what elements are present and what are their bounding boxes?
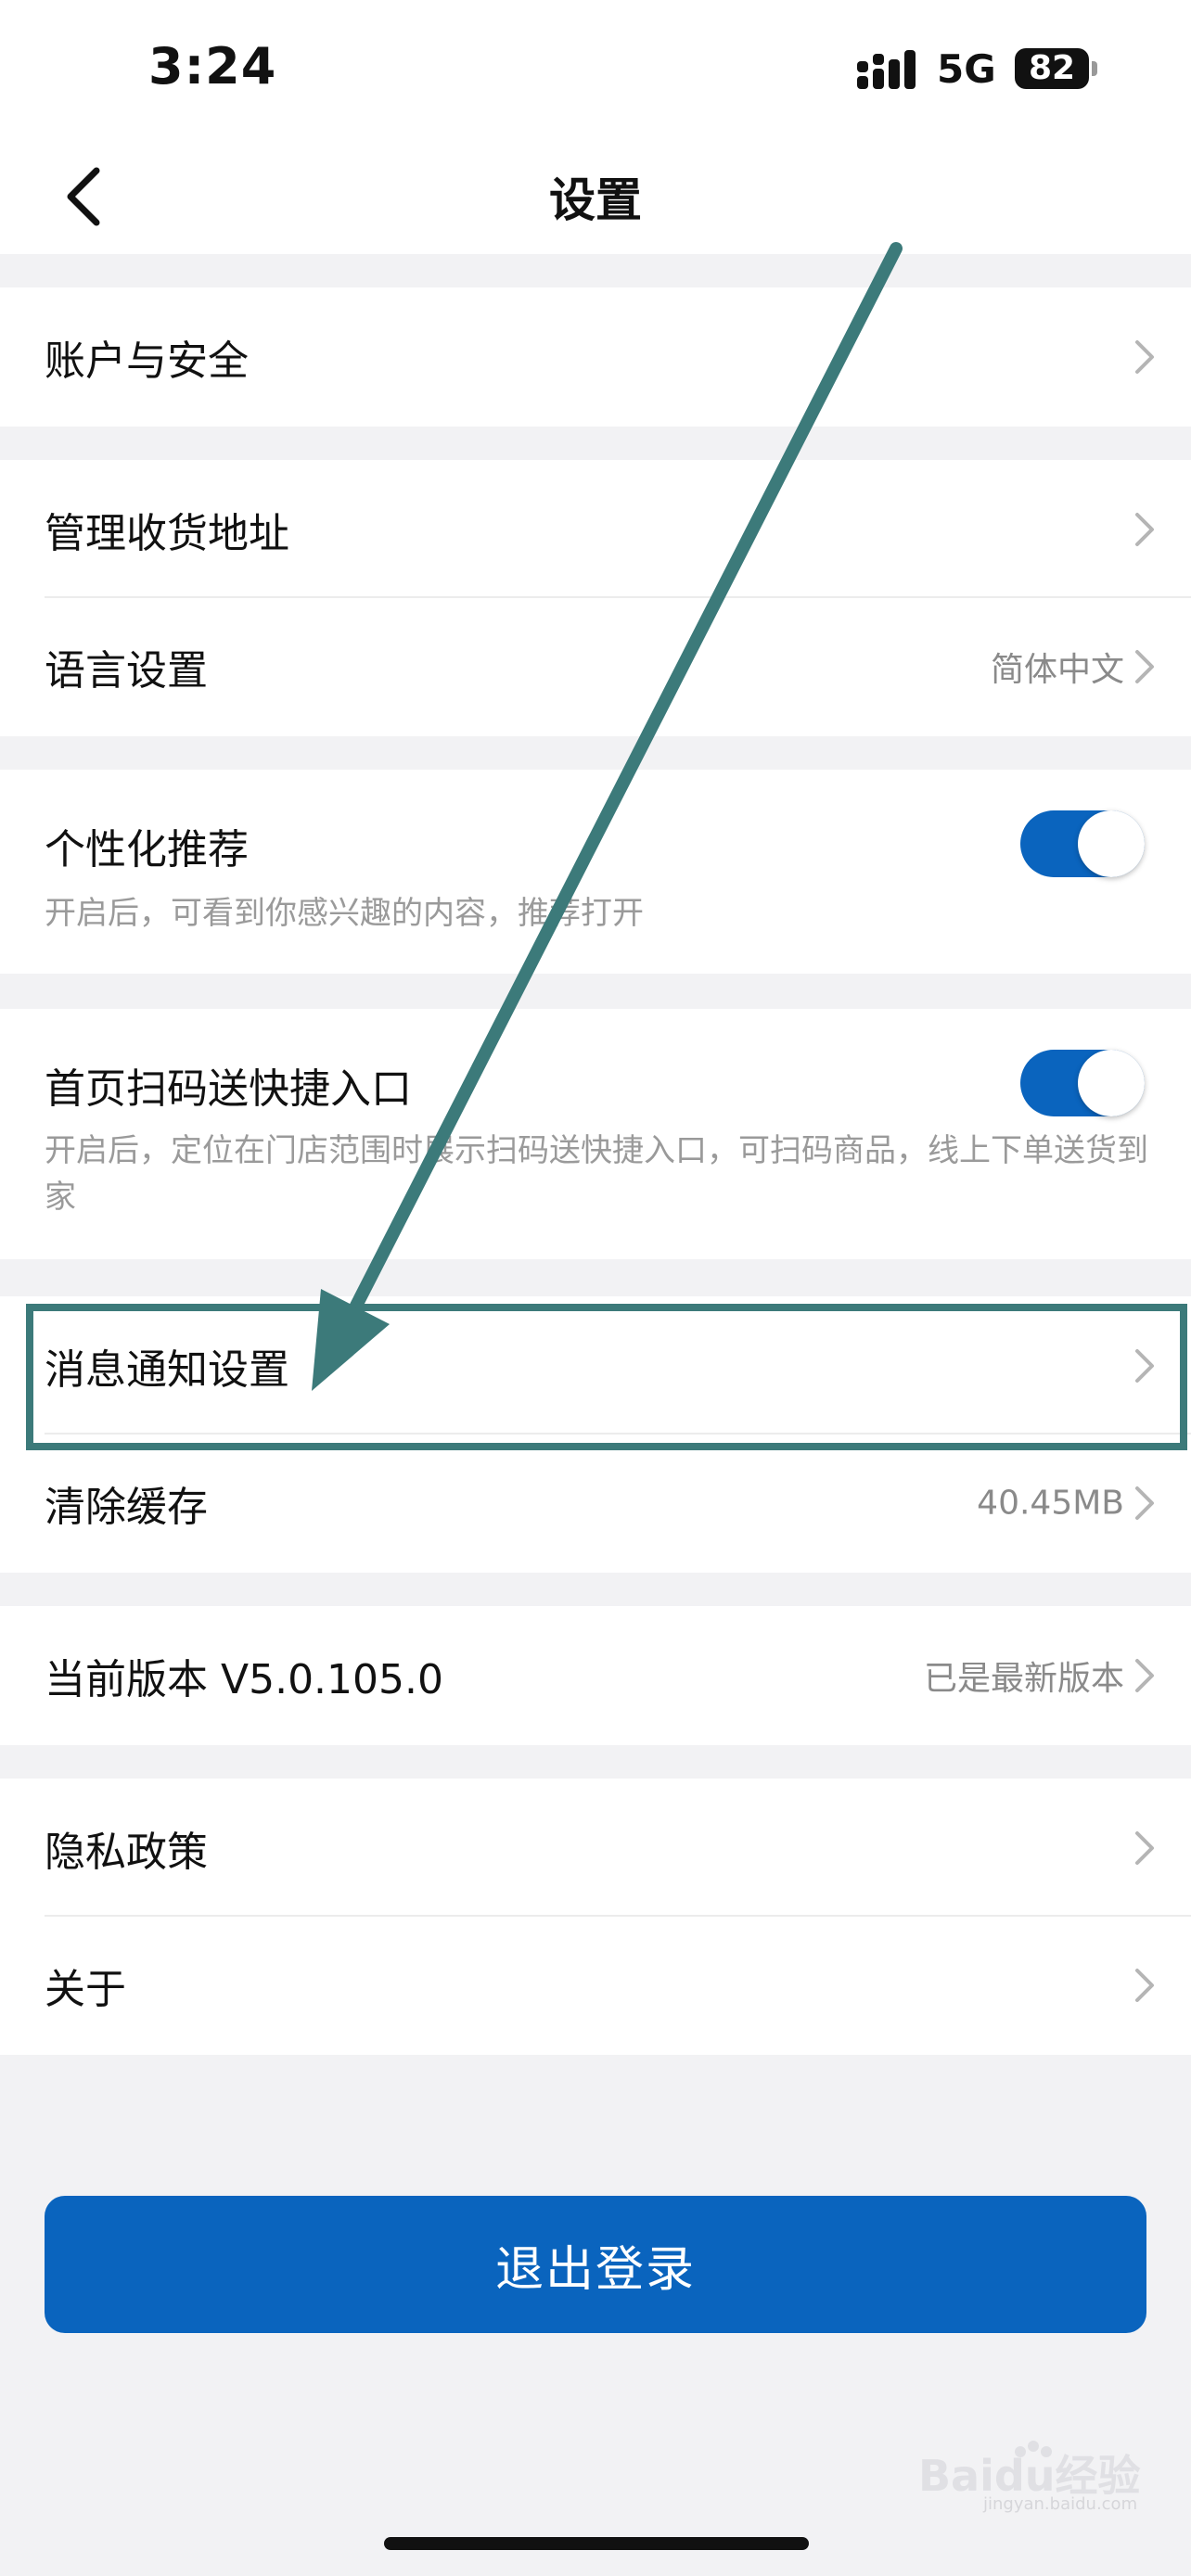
network-type: 5G [937,46,996,92]
page-title: 设置 [549,173,642,227]
row-label: 个性化推荐 [45,826,249,874]
row-account-security[interactable]: 账户与安全 [0,287,1191,427]
chevron-right-icon [1135,1486,1154,1520]
chevron-right-icon [1135,1831,1154,1865]
chevron-right-icon [1135,513,1154,546]
watermark-brand: Baidu经验 [918,2451,1141,2501]
chevron-right-icon [1135,1969,1154,2002]
toggle-knob [1078,810,1145,877]
battery-cap [1092,61,1097,76]
row-label: 首页扫码送快捷入口 [45,1065,412,1113]
toggle-knob [1078,1050,1145,1116]
chevron-right-icon [1135,340,1154,374]
status-bar: 3:24 5G 82 [0,0,1191,139]
scan-shortcut-toggle[interactable] [1020,1050,1145,1116]
row-label: 当前版本 V5.0.105.0 [45,1656,444,1703]
section-account: 账户与安全 [0,287,1191,427]
section-address-language: 管理收货地址 语言设置 简体中文 [0,460,1191,736]
chevron-right-icon [1135,1659,1154,1692]
nav-bar: 设置 [0,139,1191,254]
row-value: 简体中文 [990,651,1124,689]
baidu-watermark-logo: Baidu经验 jingyan.baidu.com [918,2441,1141,2513]
row-label: 关于 [45,1966,126,2013]
row-address[interactable]: 管理收货地址 [0,460,1191,599]
row-version[interactable]: 当前版本 V5.0.105.0 已是最新版本 [0,1606,1191,1745]
row-privacy-policy[interactable]: 隐私政策 [0,1779,1191,1918]
signal-icon [857,50,916,89]
chevron-right-icon [1135,650,1154,683]
row-about[interactable]: 关于 [0,1916,1191,2055]
watermark-domain: jingyan.baidu.com [982,2494,1137,2513]
row-label: 清除缓存 [45,1484,208,1531]
row-value: 已是最新版本 [923,1660,1124,1698]
row-value: 40.45MB [977,1484,1124,1523]
row-description: 开启后，可看到你感兴趣的内容，推荐打开 [45,895,644,932]
section-personalized: 个性化推荐 开启后，可看到你感兴趣的内容，推荐打开 [0,770,1191,974]
status-time: 3:24 [148,37,277,96]
section-privacy-about: 隐私政策 关于 [0,1779,1191,2055]
section-scan-shortcut: 首页扫码送快捷入口 开启后，定位在门店范围时展示扫码送快捷入口，可扫码商品，线上… [0,1009,1191,1259]
row-label: 管理收货地址 [45,510,289,557]
row-label: 语言设置 [45,647,208,695]
battery-icon: 82 [1015,48,1089,89]
logout-button[interactable]: 退出登录 [45,2196,1146,2333]
row-language[interactable]: 语言设置 简体中文 [0,597,1191,736]
home-indicator [384,2537,809,2550]
row-clear-cache[interactable]: 清除缓存 40.45MB [0,1434,1191,1573]
annotation-highlight-box [26,1304,1187,1450]
personalized-toggle[interactable] [1020,810,1145,877]
row-description: 开启后，定位在门店范围时展示扫码送快捷入口，可扫码商品，线上下单送货到家 [45,1132,1148,1216]
row-label: 隐私政策 [45,1829,208,1876]
section-version: 当前版本 V5.0.105.0 已是最新版本 [0,1606,1191,1745]
row-label: 账户与安全 [45,338,249,385]
